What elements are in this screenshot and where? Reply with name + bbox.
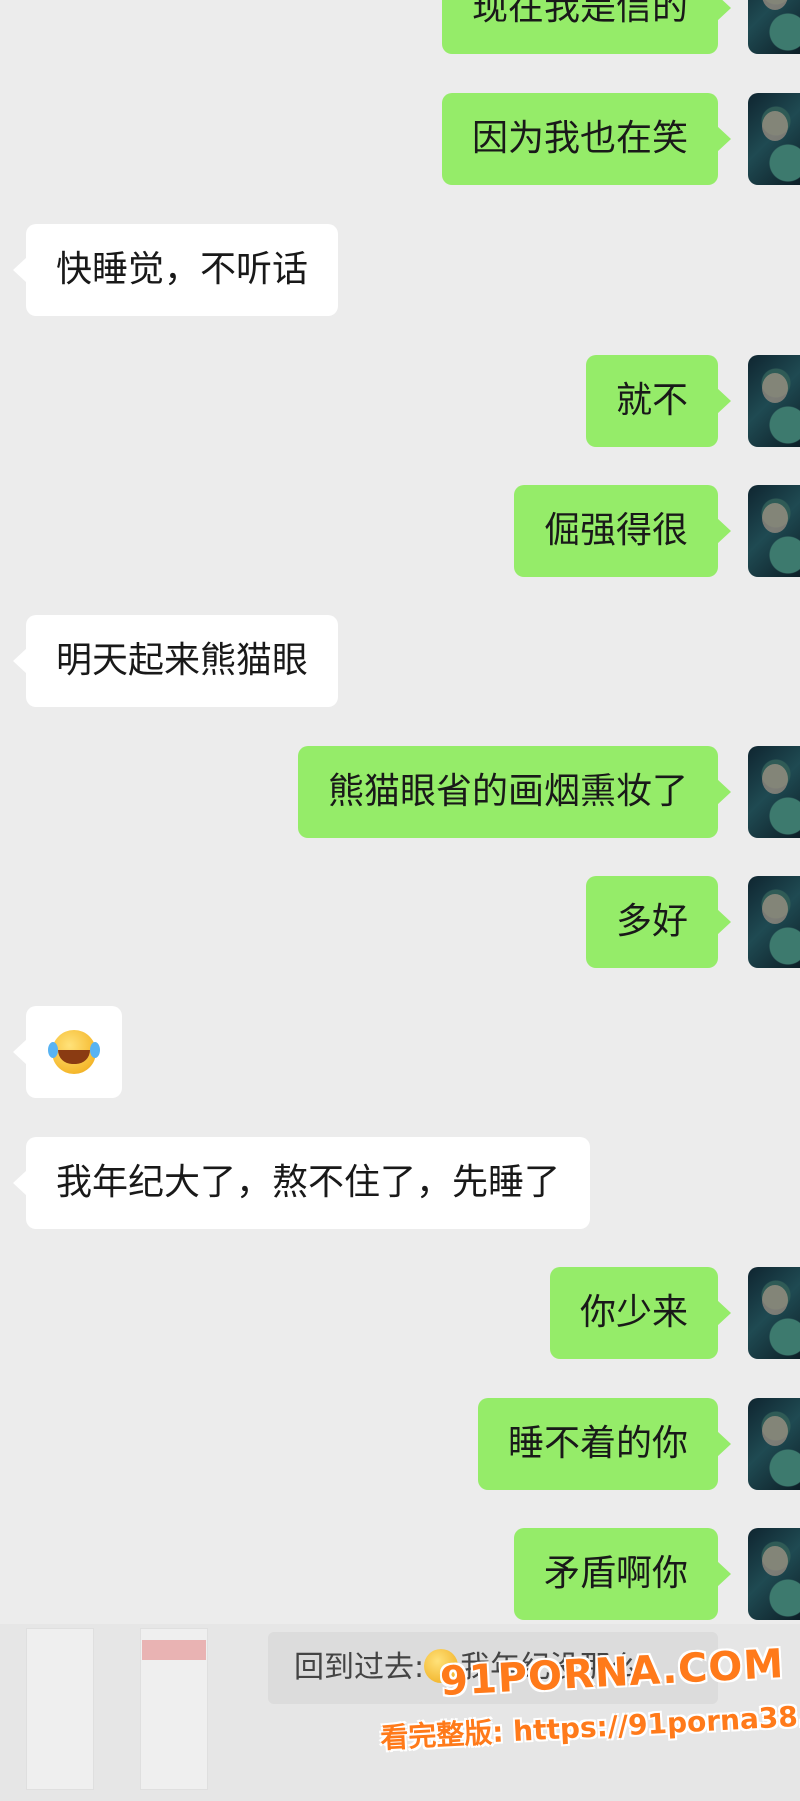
my-message-bubble[interactable]: 你少来 (549, 1267, 732, 1359)
message-text: 多好 (615, 901, 688, 942)
message-row: 快睡觉，不听话 (12, 224, 339, 316)
message-text: 现在我是信的 (471, 0, 688, 28)
my-message-bubble[interactable]: 矛盾啊你 (513, 1528, 732, 1620)
their-message-bubble[interactable]: 我年纪大了，熬不住了，先睡了 (12, 1137, 591, 1229)
my-message-bubble[interactable]: 就不 (585, 355, 732, 447)
my-avatar[interactable] (748, 746, 800, 838)
message-text: 快睡觉，不听话 (56, 249, 309, 290)
message-row: 睡不着的你 (477, 1398, 732, 1490)
message-text: 倔强得很 (543, 510, 688, 551)
my-avatar[interactable] (748, 485, 800, 577)
message-row: 多好 (585, 876, 732, 968)
message-text: 矛盾啊你 (543, 1553, 688, 1594)
message-row: 明天起来熊猫眼 (12, 615, 339, 707)
message-row: 矛盾啊你 (513, 1528, 732, 1620)
message-text: 就不 (615, 380, 688, 421)
message-text: 明天起来熊猫眼 (56, 640, 309, 681)
message-row: 现在我是信的 (441, 0, 732, 54)
my-message-bubble[interactable]: 睡不着的你 (477, 1398, 732, 1490)
laughing-crying-face-icon (48, 1030, 96, 1074)
my-message-bubble[interactable]: 熊猫眼省的画烟熏妆了 (297, 746, 732, 838)
message-text: 因为我也在笑 (471, 118, 688, 159)
their-message-bubble[interactable]: 快睡觉，不听话 (12, 224, 339, 316)
message-row: 倔强得很 (513, 485, 732, 577)
message-text: 我年纪大了，熬不住了，先睡了 (56, 1162, 561, 1203)
my-avatar[interactable] (748, 355, 800, 447)
message-row: 就不 (585, 355, 732, 447)
my-avatar[interactable] (748, 0, 800, 54)
chat-screen: 现在我是信的 因为我也在笑 快睡觉，不听话 就不 倔强得很 明天起来熊猫眼 熊猫… (0, 0, 800, 1801)
faded-thumbnail (26, 1628, 94, 1790)
my-avatar[interactable] (748, 1528, 800, 1620)
message-text: 睡不着的你 (507, 1423, 688, 1464)
my-message-bubble[interactable]: 多好 (585, 876, 732, 968)
message-text: 你少来 (579, 1292, 688, 1333)
their-message-bubble[interactable]: 明天起来熊猫眼 (12, 615, 339, 707)
my-avatar[interactable] (748, 1398, 800, 1490)
my-avatar[interactable] (748, 876, 800, 968)
message-row: 熊猫眼省的画烟熏妆了 (297, 746, 732, 838)
message-row: 因为我也在笑 (441, 93, 732, 185)
message-row: 你少来 (549, 1267, 732, 1359)
faded-thumbnail-header (142, 1640, 206, 1660)
quote-prefix: 回到过去: (294, 1650, 425, 1685)
message-text: 熊猫眼省的画烟熏妆了 (327, 771, 688, 812)
my-message-bubble[interactable]: 倔强得很 (513, 485, 732, 577)
message-row (13, 1006, 122, 1098)
my-avatar[interactable] (748, 93, 800, 185)
my-message-bubble[interactable]: 因为我也在笑 (441, 93, 732, 185)
my-avatar[interactable] (748, 1267, 800, 1359)
message-row: 我年纪大了，熬不住了，先睡了 (12, 1137, 591, 1229)
my-message-bubble[interactable]: 现在我是信的 (441, 0, 732, 54)
their-message-bubble[interactable] (13, 1006, 122, 1098)
